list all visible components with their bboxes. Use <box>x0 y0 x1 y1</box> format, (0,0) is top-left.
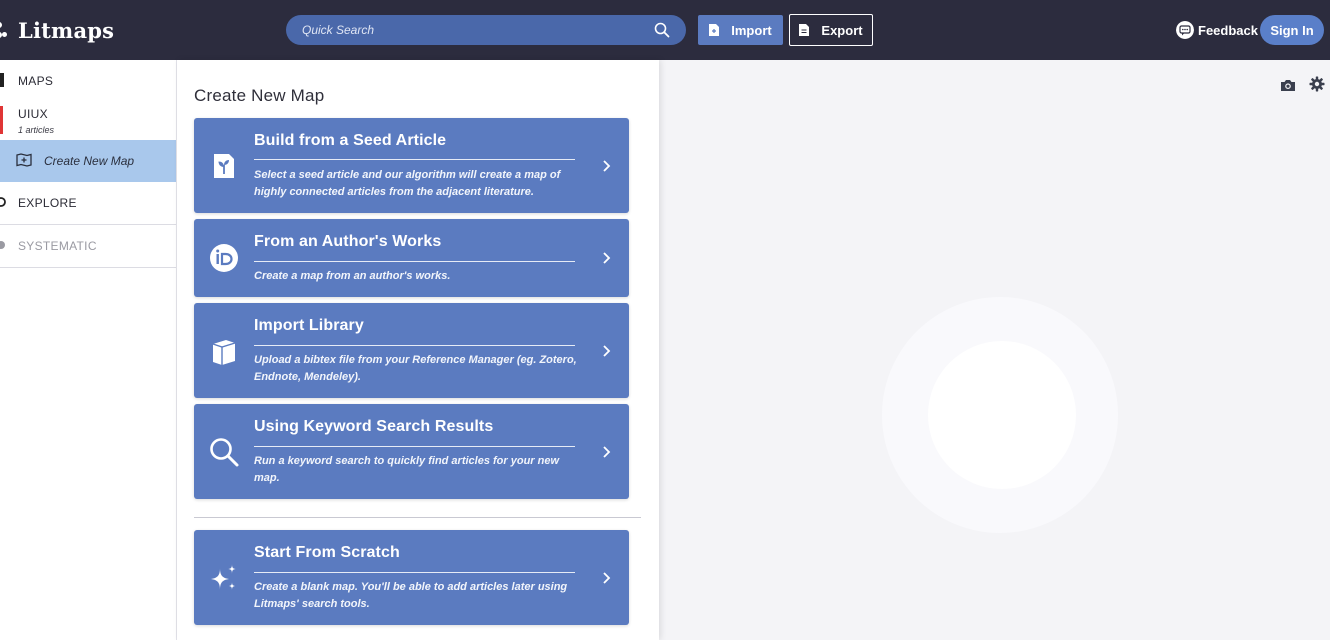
card-divider <box>254 345 575 346</box>
card-description: Create a blank map. You'll be able to ad… <box>254 581 568 610</box>
search-icon <box>210 438 239 467</box>
export-label: Export <box>821 22 863 38</box>
sparkles-icon <box>211 564 237 590</box>
feedback-label: Feedback <box>1198 22 1258 38</box>
chevron-right-icon <box>603 446 611 458</box>
quick-search[interactable] <box>286 15 686 45</box>
gear-icon[interactable] <box>1309 76 1325 92</box>
sign-in-button[interactable]: Sign In <box>1260 15 1324 45</box>
litmaps-logo-icon <box>0 18 10 42</box>
sign-in-label: Sign In <box>1270 22 1314 38</box>
search-input[interactable] <box>302 15 642 45</box>
create-new-map-item[interactable]: Create New Map <box>0 140 176 182</box>
document-icon <box>799 24 810 36</box>
card-title: From an Author's Works <box>254 233 442 250</box>
card-description: Upload a bibtex file from your Reference… <box>254 354 577 383</box>
feedback-button[interactable]: Feedback <box>1176 20 1258 40</box>
create-map-panel: Create New Map Build from a Seed Article… <box>177 60 659 640</box>
card-title: Using Keyword Search Results <box>254 418 494 435</box>
card-description: Select a seed article and our algorithm … <box>254 169 561 198</box>
book-icon <box>212 340 236 365</box>
sidebar-item-explore[interactable]: EXPLORE <box>0 182 176 224</box>
card-description: Create a map from an author's works. <box>254 270 451 282</box>
create-new-map-label: Create New Map <box>44 154 135 168</box>
top-bar: Litmaps Import Export Feedback Sig <box>0 0 1330 60</box>
section-divider <box>194 517 641 518</box>
sidebar-item-label: MAPS <box>18 74 54 88</box>
sidebar: MAPS UIUX 1 articles Create New Map EXPL… <box>0 60 177 640</box>
chevron-right-icon <box>603 572 611 584</box>
search-icon[interactable] <box>654 22 670 38</box>
author-works-card[interactable]: From an Author's Works Create a map from… <box>194 219 629 297</box>
card-title: Build from a Seed Article <box>254 132 447 149</box>
card-description: Run a keyword search to quickly find art… <box>254 455 560 484</box>
import-library-card[interactable]: Import Library Upload a bibtex file from… <box>194 303 629 398</box>
map-article-count: 1 articles <box>18 125 55 135</box>
app-name: Litmaps <box>18 17 115 43</box>
sidebar-item-systematic[interactable]: SYSTEMATIC <box>0 225 176 267</box>
start-from-scratch-card[interactable]: Start From Scratch Create a blank map. Y… <box>194 530 629 625</box>
sidebar-item-label: SYSTEMATIC <box>18 239 97 253</box>
orcid-icon <box>210 244 238 272</box>
seed-article-icon <box>214 154 234 178</box>
map-icon <box>0 73 4 87</box>
explore-icon <box>0 197 6 207</box>
map-name: UIUX <box>18 107 48 121</box>
sidebar-item-label: EXPLORE <box>18 196 77 210</box>
map-canvas[interactable] <box>660 60 1330 640</box>
card-divider <box>254 572 575 573</box>
document-icon <box>709 24 720 36</box>
chevron-right-icon <box>603 160 611 172</box>
card-title: Start From Scratch <box>254 544 400 561</box>
card-title: Import Library <box>254 317 364 334</box>
import-label: Import <box>731 22 772 38</box>
card-divider <box>254 446 575 447</box>
map-color-indicator <box>0 106 3 134</box>
divider <box>0 267 176 268</box>
import-button[interactable]: Import <box>698 15 783 45</box>
chevron-right-icon <box>603 252 611 264</box>
panel-title: Create New Map <box>194 86 325 105</box>
sidebar-item-map-uiux[interactable]: UIUX 1 articles <box>0 100 176 140</box>
export-button[interactable]: Export <box>789 14 873 46</box>
add-map-icon <box>16 153 32 167</box>
keyword-search-card[interactable]: Using Keyword Search Results Run a keywo… <box>194 404 629 499</box>
feedback-icon <box>1176 21 1194 39</box>
app-logo[interactable]: Litmaps <box>0 14 114 46</box>
card-divider <box>254 261 575 262</box>
chevron-right-icon <box>603 345 611 357</box>
sidebar-item-maps[interactable]: MAPS <box>0 60 176 100</box>
systematic-icon <box>0 241 5 249</box>
seed-article-card[interactable]: Build from a Seed Article Select a seed … <box>194 118 629 213</box>
card-divider <box>254 159 575 160</box>
loading-ring-center <box>928 341 1076 489</box>
camera-icon[interactable] <box>1280 78 1296 92</box>
